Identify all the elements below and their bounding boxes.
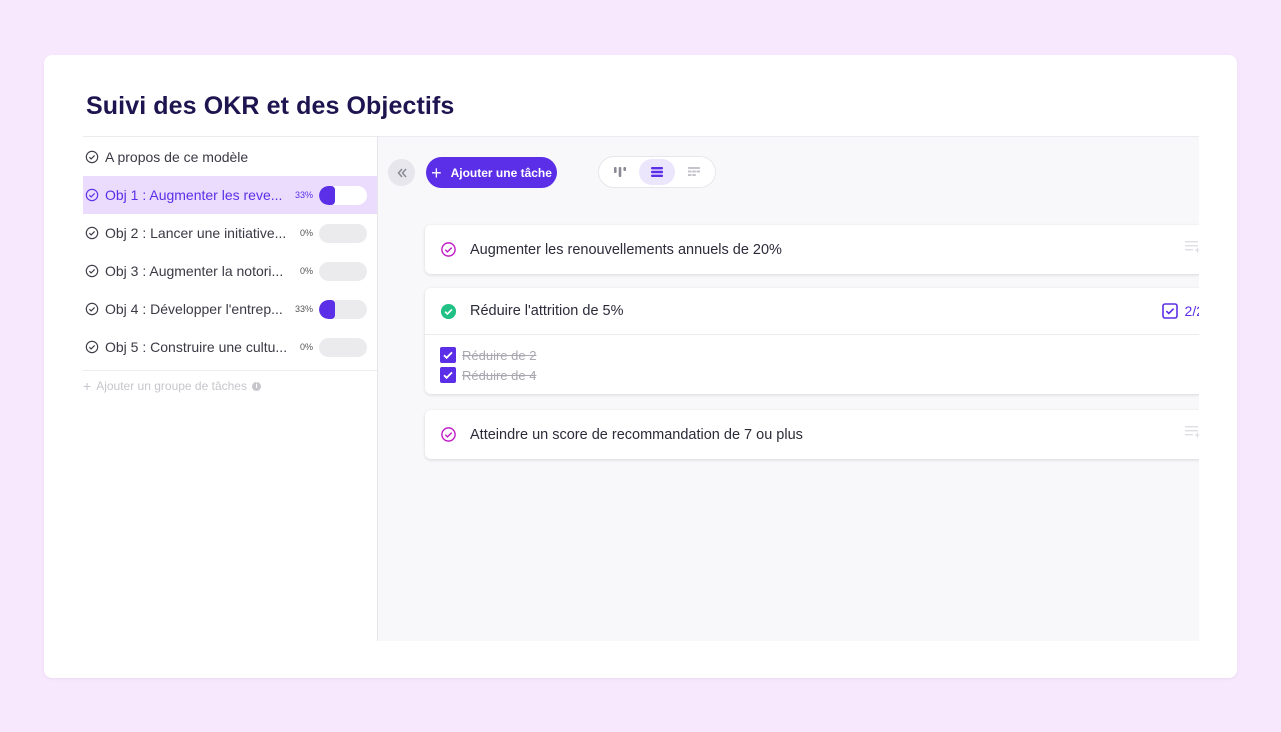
check-circle-icon <box>85 264 99 278</box>
sidebar-item-about[interactable]: A propos de ce modèle <box>83 137 377 176</box>
check-circle-icon <box>85 340 99 354</box>
subtask-list: Réduire de 2 Réduire de 4 <box>425 334 1199 394</box>
progress-fill <box>319 299 335 319</box>
sidebar-item-label: A propos de ce modèle <box>105 148 249 165</box>
progress-bar <box>319 261 367 281</box>
board-view-icon <box>613 167 626 177</box>
progress-percent: 0% <box>299 342 313 352</box>
subtask-counter[interactable]: 2/2 <box>1161 303 1199 319</box>
page-title: Suivi des OKR et des Objectifs <box>86 92 455 120</box>
sidebar-item-label: Obj 2 : Lancer une initiative... <box>105 225 287 241</box>
check-circle-icon <box>85 188 99 202</box>
progress-percent: 0% <box>299 266 313 276</box>
progress-bar <box>319 299 367 319</box>
table-view-button[interactable] <box>677 159 712 185</box>
progress-percent: 33% <box>294 190 313 200</box>
subtask-label: Réduire de 2 <box>462 347 537 363</box>
sidebar-item-label: Obj 4 : Développer l'entrep... <box>105 301 283 317</box>
sidebar-item-obj-5[interactable]: Obj 5 : Construire une cultu... 0% <box>83 328 377 366</box>
add-task-group-label: Ajouter un groupe de tâches <box>96 379 247 393</box>
completed-check-circle-icon[interactable] <box>440 303 457 320</box>
list-view-icon <box>650 167 663 177</box>
board-view-button[interactable] <box>602 159 637 185</box>
subtask-checkbox[interactable] <box>440 367 456 383</box>
task-card[interactable]: Atteindre un score de recommandation de … <box>425 410 1199 459</box>
pending-check-circle-icon[interactable] <box>440 426 457 443</box>
template-card: Suivi des OKR et des Objectifs A propos … <box>44 55 1237 678</box>
subtask-item[interactable]: Réduire de 4 <box>440 365 1199 385</box>
subtask-item[interactable]: Réduire de 2 <box>440 345 1199 365</box>
progress-bar <box>319 337 367 357</box>
check-circle-icon <box>85 302 99 316</box>
task-title: Réduire l'attrition de 5% <box>470 303 624 319</box>
main-panel: + Ajouter une tâche Augmenter les renouv… <box>377 136 1199 641</box>
checkbox-icon <box>1161 303 1178 319</box>
task-title: Augmenter les renouvellements annuels de… <box>470 241 782 258</box>
description-icon[interactable] <box>1185 240 1199 254</box>
sidebar-item-obj-3[interactable]: Obj 3 : Augmenter la notori... 0% <box>83 252 377 290</box>
view-switcher <box>598 156 716 188</box>
check-icon <box>443 351 453 360</box>
plus-icon: + <box>431 162 442 183</box>
progress-fill <box>319 185 335 205</box>
subtask-count: 2/2 <box>1184 303 1199 319</box>
sidebar: A propos de ce modèle Obj 1 : Augmenter … <box>83 136 377 641</box>
sidebar-item-label: Obj 3 : Augmenter la notori... <box>105 263 284 279</box>
task-title: Atteindre un score de recommandation de … <box>470 426 803 443</box>
pending-check-circle-icon[interactable] <box>440 241 457 258</box>
check-circle-icon <box>85 150 99 163</box>
add-task-button[interactable]: + Ajouter une tâche <box>426 157 557 188</box>
table-view-icon <box>688 167 701 176</box>
sidebar-item-obj-2[interactable]: Obj 2 : Lancer une initiative... 0% <box>83 214 377 252</box>
check-circle-icon <box>85 226 99 240</box>
chevrons-left-icon <box>397 168 407 177</box>
description-icon[interactable] <box>1185 425 1199 439</box>
progress-bar <box>319 185 367 205</box>
progress-percent: 33% <box>294 304 313 314</box>
task-row[interactable]: Atteindre un score de recommandation de … <box>425 410 1199 459</box>
sidebar-item-obj-4[interactable]: Obj 4 : Développer l'entrep... 33% <box>83 290 377 328</box>
task-card[interactable]: Réduire l'attrition de 5% 2/2 Réduire de… <box>425 288 1199 394</box>
check-icon <box>443 371 453 380</box>
subtask-label: Réduire de 4 <box>462 367 537 383</box>
list-view-button[interactable] <box>639 159 675 185</box>
progress-percent: 0% <box>299 228 313 238</box>
add-task-label: Ajouter une tâche <box>450 165 552 180</box>
sidebar-item-label: Obj 1 : Augmenter les reve... <box>105 187 283 203</box>
subtask-checkbox[interactable] <box>440 347 456 363</box>
info-icon[interactable]: i <box>251 381 261 391</box>
progress-bar <box>319 223 367 243</box>
plus-icon: + <box>83 378 92 394</box>
sidebar-item-obj-1[interactable]: Obj 1 : Augmenter les reve... 33% <box>83 176 377 214</box>
add-task-group-button[interactable]: + Ajouter un groupe de tâches i <box>83 371 377 401</box>
sidebar-item-label: Obj 5 : Construire une cultu... <box>105 339 288 355</box>
collapse-sidebar-button[interactable] <box>388 159 415 186</box>
task-card[interactable]: Augmenter les renouvellements annuels de… <box>425 225 1199 274</box>
task-row[interactable]: Réduire l'attrition de 5% 2/2 <box>425 288 1199 334</box>
task-row[interactable]: Augmenter les renouvellements annuels de… <box>425 225 1199 274</box>
